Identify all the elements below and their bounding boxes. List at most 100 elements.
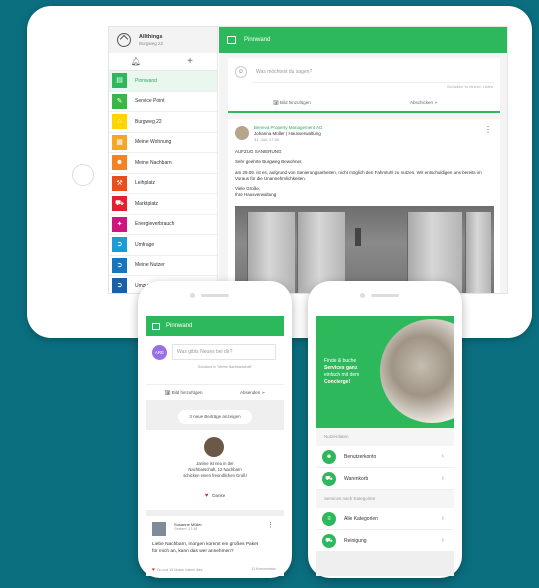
likes-count[interactable]: ♥ Du und 15 Nutzer haben dies: [152, 567, 203, 573]
main-content: Pinnwand ☺ Was möchtest du sagen? Schick…: [219, 27, 507, 293]
post-organization[interactable]: Beneva Property Management AG: [254, 125, 323, 130]
users-icon: ➲: [112, 257, 127, 273]
page-title: Pinnwand: [244, 37, 271, 43]
sidebar-item-label: Pinnwand: [135, 77, 157, 84]
post-input[interactable]: Was gibts Neues bei dir?: [172, 344, 276, 360]
feed-post: Susanne Müller Gestern, 17:48 ⋮ Liebe Na…: [146, 516, 284, 576]
phone-speaker: [201, 294, 229, 297]
neighbors-icon: ☻: [112, 155, 127, 171]
sidebar-nav: ▤ Pinnwand ✎ Service Point ⌂ Burgweg 22 ▦ Meine…: [109, 71, 217, 293]
community-header[interactable]: Allthings Burgweg 22: [109, 27, 217, 53]
sidebar-item[interactable]: ☻ Meine Nachbarn: [109, 153, 217, 174]
sidebar: Allthings Burgweg 22 🔔︎ + ▤ Pinnwand ✎ Serv…: [109, 27, 218, 293]
section-categories: Services nach Kategorien: [316, 490, 454, 508]
sidebar-item[interactable]: ⌂ Burgweg 22: [109, 112, 217, 133]
sidebar-item-label: Meine Nutzer: [135, 262, 165, 269]
account-icon: ☻: [322, 449, 336, 464]
phone-concierge: Finde & buche Services ganz einfach mit …: [308, 281, 462, 578]
post-closing: Viele Grüße,: [235, 186, 261, 192]
user-avatar: ARE: [152, 345, 167, 360]
service-icon: ✎: [112, 93, 127, 109]
list-item-label: Warenkorb: [344, 475, 369, 482]
sidebar-item[interactable]: ▦ Meine Wohnung: [109, 133, 217, 153]
lending-icon: ⚒: [112, 175, 127, 191]
sidebar-item-label: Energieverbrauch: [135, 221, 175, 228]
post-text: Liebe Nachbarn, morgen kommt ein großes …: [152, 542, 259, 554]
divider: [252, 82, 494, 83]
sidebar-item[interactable]: ➲ Umfrage: [109, 235, 217, 256]
post-signature: Ihre Hausverwaltung: [235, 192, 277, 198]
hero-line: Finde & buche: [324, 358, 357, 364]
phone-composer: ARE Was gibts Neues bei dir? Schicken in…: [146, 336, 284, 384]
audience-selector[interactable]: Schicken 'in einer/n Listen': [447, 84, 494, 89]
send-button[interactable]: Absenden ➢: [240, 385, 265, 400]
sidebar-item[interactable]: ➲ Meine Nutzer: [109, 256, 217, 276]
sidebar-item-label: Meine Nachbarn: [135, 159, 172, 166]
list-item-label: Benutzerkonto: [344, 453, 377, 460]
market-icon: ⛟: [112, 196, 127, 212]
author-avatar: [152, 522, 166, 536]
composer-actions: 📷︎ Bild hinzufügen Absenden ➢: [146, 384, 284, 400]
new-neighbor-avatar: [204, 437, 224, 457]
apartment-icon: ▦: [112, 134, 127, 150]
categories-icon: ≡: [322, 511, 336, 526]
list-item[interactable]: ⛟ Warenkorb ›: [316, 468, 454, 490]
bulletin-icon: [227, 36, 236, 44]
phone-camera: [360, 293, 365, 298]
chevron-right-icon: ›: [441, 453, 444, 460]
thanks-button[interactable]: ♥ Danke: [146, 493, 284, 499]
bell-icon[interactable]: 🔔︎: [109, 53, 163, 70]
welcome-card: Janine ist neu in der Nachbarschaft, 12 …: [146, 430, 284, 510]
phone-screen: Finde & buche Services ganz einfach mit …: [316, 316, 454, 576]
tablet-camera: [72, 164, 94, 186]
hero-line: einfach mit dem: [324, 372, 360, 378]
concierge-hero: Finde & buche Services ganz einfach mit …: [316, 316, 454, 428]
cart-icon: ⛟: [322, 471, 336, 486]
phone-camera: [190, 293, 195, 298]
sidebar-item[interactable]: ⛟ Marktplatz: [109, 194, 217, 215]
author-avatar: [235, 126, 249, 140]
user-avatar: ☺: [235, 66, 247, 78]
post-composer: ☺ Was möchtest du sagen? Schicken 'in ei…: [228, 58, 500, 113]
survey-icon: ➲: [112, 237, 127, 253]
sidebar-item-label: Leihplatz: [135, 180, 156, 187]
list-item[interactable]: ⛟ Reinigung ›: [316, 530, 454, 552]
bulletin-icon: ▤: [112, 73, 127, 89]
list-item-label: Reinigung: [344, 537, 367, 544]
post-author: Johanna Müller | Hausverwaltung: [254, 131, 321, 136]
hero-text: Finde & buche Services ganz einfach mit …: [324, 358, 384, 386]
tablet-screen: Allthings Burgweg 22 🔔︎ + ▤ Pinnwand ✎ Serv…: [108, 26, 508, 294]
feed-post: Beneva Property Management AG Johanna Mü…: [228, 119, 500, 293]
add-photo-button[interactable]: 📷︎ Bild hinzufügen: [273, 100, 311, 106]
add-photo-button[interactable]: 📷︎ Bild hinzufügen: [165, 385, 203, 400]
list-item[interactable]: ≡ Alle Kategorien ›: [316, 508, 454, 530]
more-options-icon[interactable]: ⋮: [267, 521, 274, 529]
sidebar-item[interactable]: ⚒ Leihplatz: [109, 174, 217, 194]
hero-line: Concierge!: [324, 379, 351, 385]
add-icon[interactable]: +: [163, 53, 217, 70]
heart-icon: ♥: [152, 567, 155, 573]
list-item[interactable]: ☻ Benutzerkonto ›: [316, 446, 454, 468]
phone-screen: Pinnwand ARE Was gibts Neues bei dir? Sc…: [146, 316, 284, 576]
chevron-right-icon: ›: [441, 537, 444, 544]
chevron-right-icon: ›: [441, 515, 444, 522]
audience-selector[interactable]: Schicken in "Meine Nachbarschaft": [198, 365, 252, 369]
home-logo-icon: [117, 33, 131, 47]
welcome-text: Janine ist neu in der Nachbarschaft, 12 …: [146, 461, 284, 479]
sidebar-item[interactable]: ✦ Energieverbrauch: [109, 215, 217, 235]
comments-count[interactable]: 13 Kommentare: [251, 567, 276, 573]
sidebar-item[interactable]: ✎ Service Point: [109, 92, 217, 112]
more-options-icon[interactable]: ⋮: [484, 125, 492, 134]
send-button[interactable]: Abschicken ➢: [410, 100, 438, 106]
post-greeting: Sehr geehrte Burgweg Bewohner,: [235, 159, 303, 165]
sidebar-item-label: Meine Wohnung: [135, 139, 172, 146]
phone-header: Pinnwand: [146, 316, 284, 336]
sidebar-item[interactable]: ▤ Pinnwand: [109, 71, 217, 92]
house-icon: ⌂: [112, 114, 127, 130]
post-input[interactable]: Was möchtest du sagen?: [256, 69, 312, 75]
new-posts-button[interactable]: 3 neue Beiträge anzeigen: [178, 410, 252, 424]
sidebar-item-label: Marktplatz: [135, 200, 159, 207]
sidebar-item-label: Burgweg 22: [135, 118, 162, 125]
move-icon: ➲: [112, 278, 127, 293]
sidebar-item-label: Umfrage: [135, 241, 155, 248]
